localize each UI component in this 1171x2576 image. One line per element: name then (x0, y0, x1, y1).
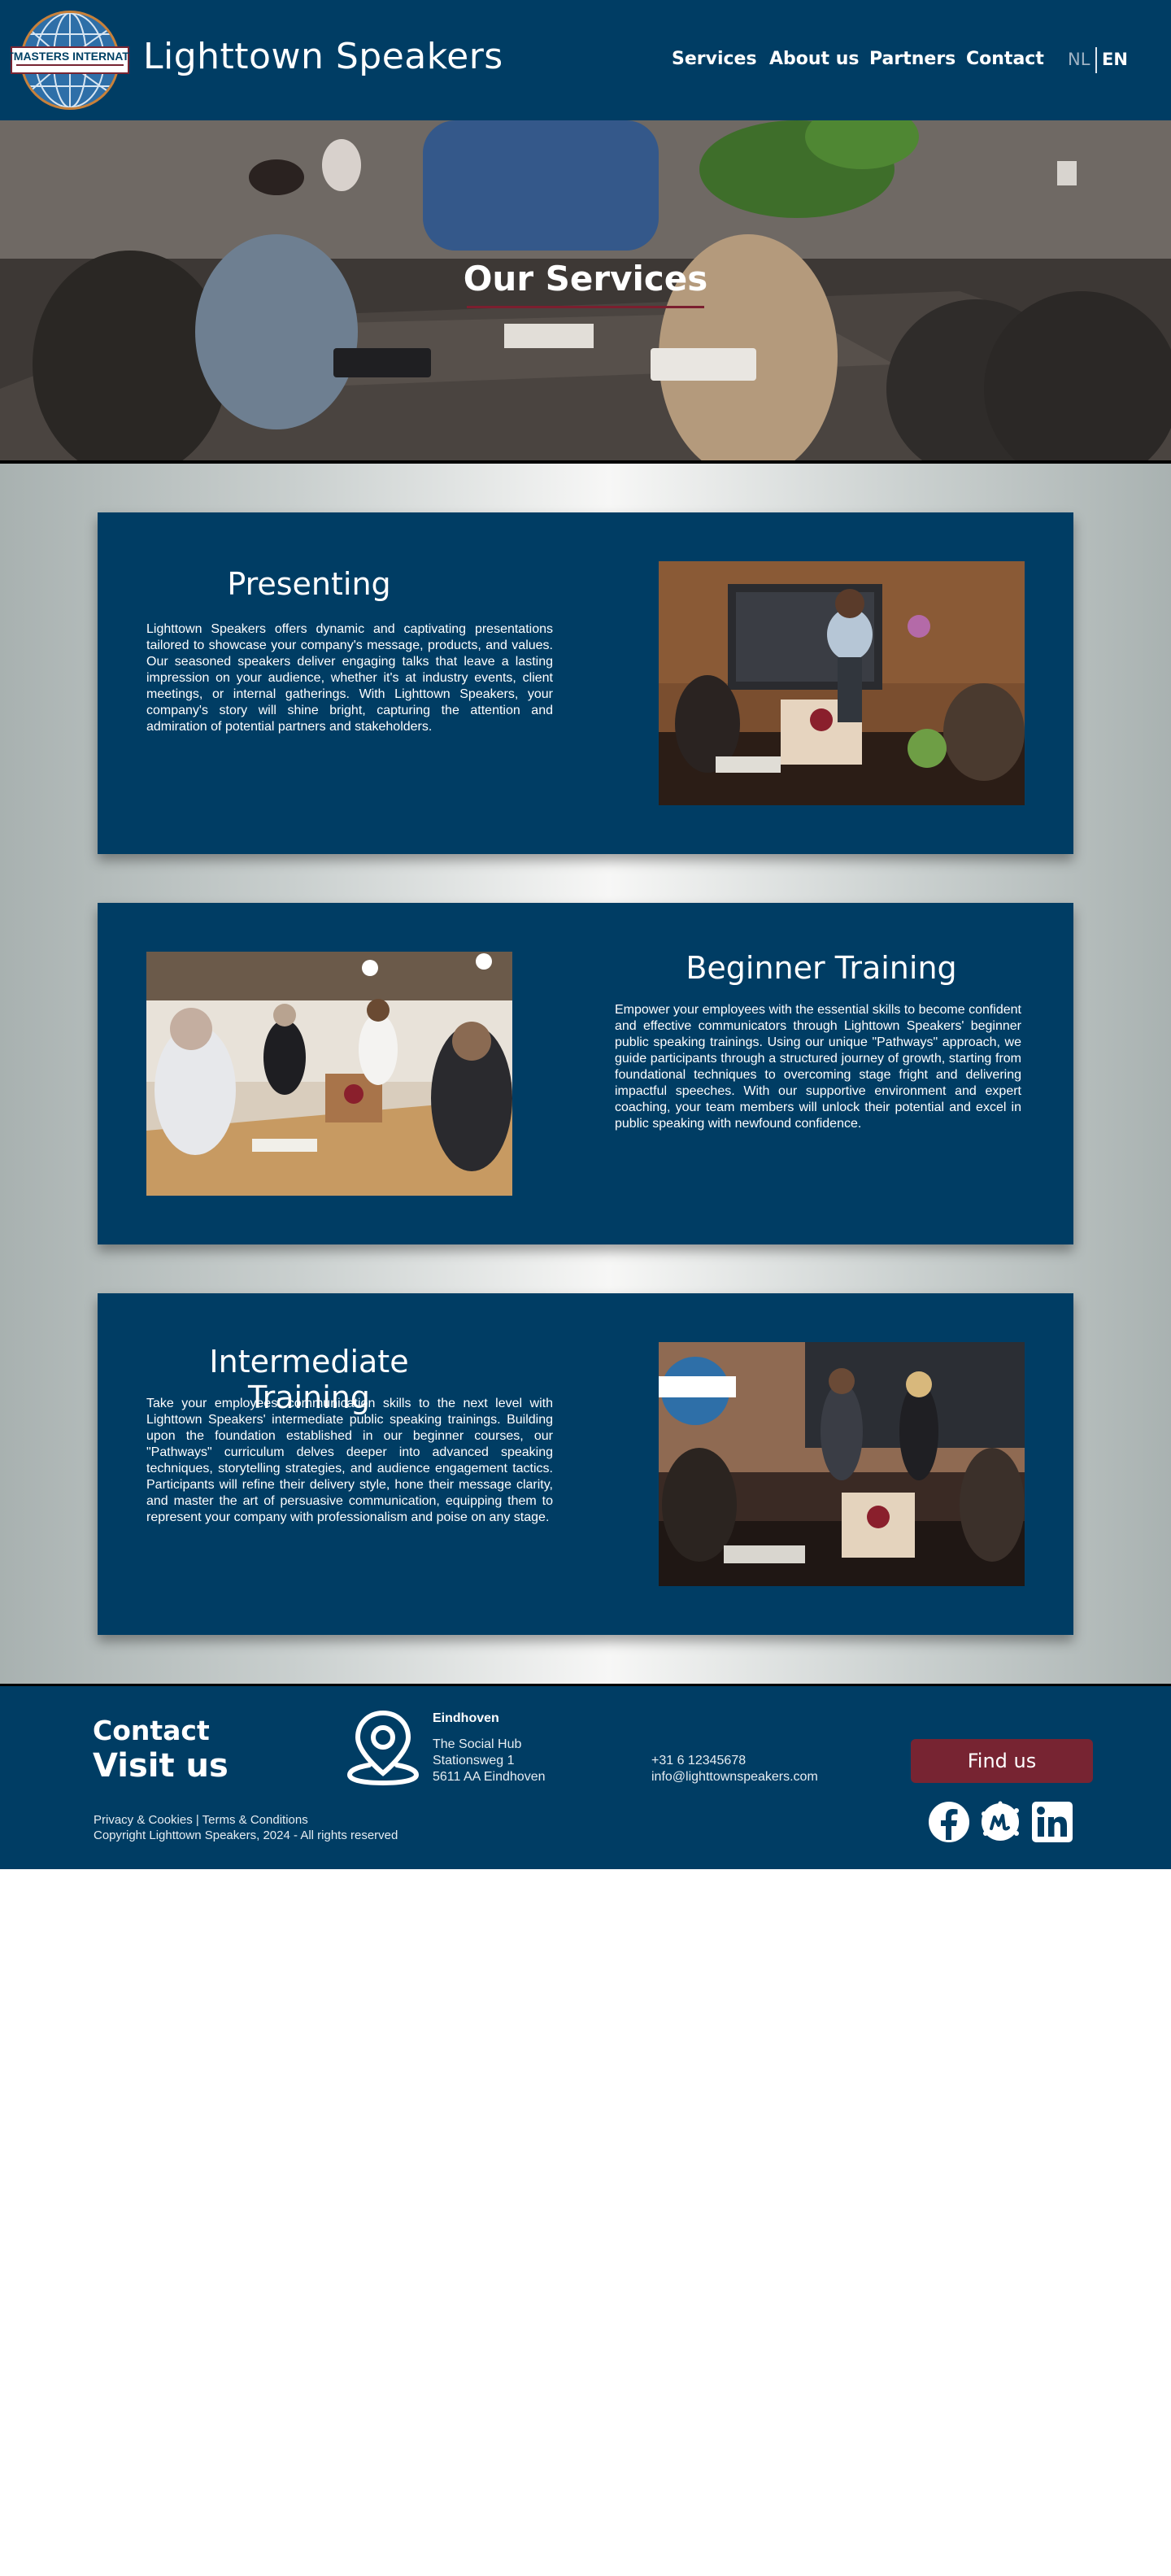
nav-partners[interactable]: Partners (869, 49, 956, 69)
footer-phone[interactable]: +31 6 12345678 (651, 1754, 746, 1768)
presenting-photo (659, 561, 1025, 805)
service-card-beginner-training: Beginner Training Empower your employees… (98, 903, 1073, 1244)
service-title: Beginner Training (686, 950, 957, 986)
page-title: Our Services (463, 259, 708, 299)
footer-address-line: 5611 AA Eindhoven (433, 1770, 546, 1784)
location-pin-icon (346, 1710, 420, 1786)
lang-nl[interactable]: NL (1068, 50, 1090, 69)
services-section: Presenting Lighttown Speakers offers dyn… (0, 464, 1171, 1684)
footer-divider (0, 1684, 1171, 1686)
title-underline (467, 306, 704, 308)
service-description: Lighttown Speakers offers dynamic and ca… (146, 622, 553, 734)
site-footer: Contact Visit us Privacy & Cookies | Ter… (0, 1684, 1171, 1869)
footer-contact-heading: Contact (93, 1715, 210, 1746)
footer-copyright: Copyright Lighttown Speakers, 2024 - All… (94, 1828, 398, 1842)
service-card-presenting: Presenting Lighttown Speakers offers dyn… (98, 512, 1073, 854)
beginner-training-photo (146, 952, 512, 1196)
intermediate-training-photo (659, 1342, 1025, 1586)
nav-services[interactable]: Services (672, 49, 757, 69)
service-description: Take your employees' communication skill… (146, 1397, 553, 1524)
service-title: Presenting (227, 566, 391, 602)
logo-wordmark: TOASTMASTERS INTERNATIONAL (10, 50, 130, 63)
footer-address-line: The Social Hub (433, 1737, 522, 1751)
nav-contact[interactable]: Contact (966, 49, 1044, 69)
toastmasters-logo[interactable]: TOASTMASTERS INTERNATIONAL (10, 10, 130, 111)
footer-address-line: Stationsweg 1 (433, 1754, 515, 1767)
site-title[interactable]: Lighttown Speakers (143, 36, 503, 77)
linkedin-icon[interactable] (1031, 1801, 1073, 1843)
lang-divider (1095, 47, 1097, 73)
lang-en[interactable]: EN (1102, 50, 1128, 69)
footer-legal-links[interactable]: Privacy & Cookies | Terms & Conditions (94, 1813, 308, 1827)
find-us-button[interactable]: Find us (911, 1739, 1093, 1783)
service-card-intermediate-training: Intermediate Training Take your employee… (98, 1293, 1073, 1635)
facebook-icon[interactable] (928, 1801, 970, 1843)
hero-banner: Our Services (0, 120, 1171, 464)
site-header: TOASTMASTERS INTERNATIONAL Lighttown Spe… (0, 0, 1171, 120)
footer-email[interactable]: info@lighttownspeakers.com (651, 1770, 818, 1785)
nav-about-us[interactable]: About us (769, 49, 859, 69)
meetup-icon[interactable] (979, 1801, 1021, 1843)
footer-visit-heading: Visit us (93, 1747, 229, 1785)
footer-city: Eindhoven (433, 1711, 499, 1725)
service-description: Empower your employees with the essentia… (615, 1003, 1021, 1131)
